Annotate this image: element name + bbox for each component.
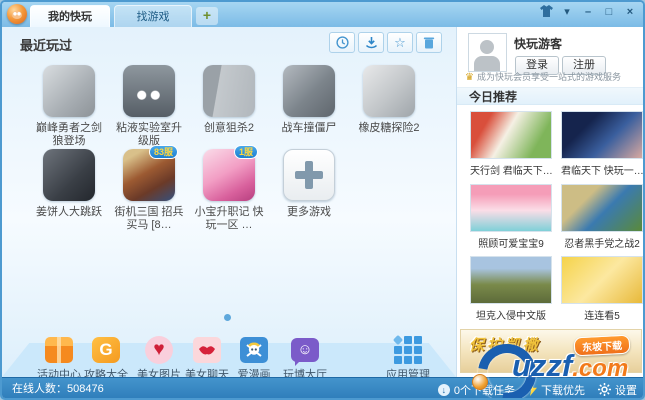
recommend-thumbnail xyxy=(470,256,552,304)
tab-label: 我的快玩 xyxy=(48,11,92,23)
statusbar-right: ↓ 0个下载任务 下载优先 设置 xyxy=(438,378,637,400)
guide-g-icon: G xyxy=(92,337,120,363)
game-tile[interactable]: 1服 小宝升职记 快玩一区 … xyxy=(189,149,269,232)
titlebar: 我的快玩 找游戏 + ▾ – □ × xyxy=(2,2,643,27)
game-icon xyxy=(283,65,335,117)
promo-banner-text: 保护凯撒 xyxy=(469,334,641,355)
game-tile[interactable]: 创意狙杀2 xyxy=(189,65,269,135)
today-recommend-header: 今日推荐 xyxy=(457,87,645,105)
pirate-skull-icon xyxy=(240,337,268,363)
dock-collapse-handle[interactable] xyxy=(224,314,231,321)
recommend-thumbnail xyxy=(470,184,552,232)
download-tasks-button[interactable]: ↓ 0个下载任务 xyxy=(438,382,515,398)
membership-promo: ♛成为快玩会员享受一站式的游戏服务 xyxy=(465,70,643,83)
recommend-item[interactable]: 君临天下 快玩一… xyxy=(561,111,643,177)
game-title: 姜饼人大跳跃 xyxy=(34,206,104,219)
game-icon xyxy=(123,65,175,117)
game-tile[interactable]: 姜饼人大跳跃 xyxy=(29,149,109,219)
recent-toolbar: ☆ xyxy=(329,32,442,53)
game-title: 小宝升职记 快玩一区 … xyxy=(194,206,264,232)
online-count: 在线人数：508476 xyxy=(12,378,104,400)
game-title: 橡皮糖探险2 xyxy=(354,122,424,135)
promo-banner[interactable]: 保护凯撒 xyxy=(460,329,642,373)
recommend-title: 连连看5 xyxy=(561,307,643,322)
recommend-item[interactable]: 忍者黑手党之战2 xyxy=(561,184,643,250)
game-icon xyxy=(43,65,95,117)
close-button[interactable]: × xyxy=(621,5,639,21)
game-title: 更多游戏 xyxy=(274,206,344,219)
skin-icon[interactable] xyxy=(537,5,555,21)
recommend-thumbnail xyxy=(470,111,552,159)
server-badge: 1服 xyxy=(234,145,258,159)
recent-played-heading: 最近玩过 xyxy=(20,35,72,54)
game-title: 街机三国 招兵买马 [8… xyxy=(114,206,184,232)
game-title: 战车撞僵尸 xyxy=(274,122,344,135)
game-icon: 83服 xyxy=(123,149,175,201)
minimize-button[interactable]: – xyxy=(579,5,597,21)
recommend-item[interactable]: 天行剑 君临天下… xyxy=(470,111,552,177)
download-button[interactable] xyxy=(358,32,384,53)
lips-icon xyxy=(193,337,221,363)
tab-label: 找游戏 xyxy=(137,11,170,23)
game-tile[interactable]: 巅峰勇者之剑狼登场 xyxy=(29,65,109,148)
game-title: 粘液实验室升级版 xyxy=(114,122,184,148)
favorites-star-button[interactable]: ☆ xyxy=(387,32,413,53)
game-tile[interactable]: 战车撞僵尸 xyxy=(269,65,349,135)
plus-icon xyxy=(283,149,335,201)
main-panel: 最近玩过 ☆ 巅峰勇者之剑狼登场 粘液实验室升级版 创意狙杀2 xyxy=(2,27,456,377)
tab-my-kuaiwan[interactable]: 我的快玩 xyxy=(30,5,110,27)
maximize-button[interactable]: □ xyxy=(600,5,618,21)
game-title: 巅峰勇者之剑狼登场 xyxy=(34,122,104,148)
app-window: 我的快玩 找游戏 + ▾ – □ × 最近玩过 ☆ xyxy=(0,0,645,400)
dock-item-wanbo-hall[interactable]: ☺ 玩博大厅 xyxy=(274,335,336,382)
gear-icon xyxy=(598,383,611,396)
recommend-title: 坦克入侵中文版 xyxy=(470,307,552,322)
game-tile[interactable]: 橡皮糖探险2 xyxy=(349,65,429,135)
game-tile[interactable]: 粘液实验室升级版 xyxy=(109,65,189,148)
download-arrow-icon: ↓ xyxy=(438,384,450,396)
recommend-thumbnail xyxy=(561,256,643,304)
main-menu-button[interactable]: ▾ xyxy=(558,5,576,21)
history-clock-button[interactable] xyxy=(329,32,355,53)
new-tab-button[interactable]: + xyxy=(196,7,218,25)
username: 快玩游客 xyxy=(514,35,562,52)
recommend-title: 照顾可爱宝宝9 xyxy=(470,235,552,250)
recommend-title: 天行剑 君临天下… xyxy=(470,162,552,177)
sidebar: 快玩游客 登录 注册 ♛成为快玩会员享受一站式的游戏服务 今日推荐 天行剑 君临… xyxy=(456,27,645,377)
lightning-icon xyxy=(528,383,537,396)
recommend-title: 君临天下 快玩一… xyxy=(561,162,643,177)
settings-button[interactable]: 设置 xyxy=(598,382,637,398)
dock-item-app-management[interactable]: 应用管理 xyxy=(377,335,439,382)
window-controls: ▾ – □ × xyxy=(537,5,639,21)
more-games-tile[interactable]: 更多游戏 xyxy=(269,149,349,219)
recommend-title: 忍者黑手党之战2 xyxy=(561,235,643,250)
app-grid-icon xyxy=(394,336,422,364)
gift-icon xyxy=(45,337,73,363)
recommend-item[interactable]: 坦克入侵中文版 xyxy=(470,256,552,322)
download-priority-button[interactable]: 下载优先 xyxy=(528,382,585,398)
statusbar: 在线人数：508476 ↓ 0个下载任务 下载优先 设置 xyxy=(2,377,643,400)
game-tile[interactable]: 83服 街机三国 招兵买马 [8… xyxy=(109,149,189,232)
game-icon xyxy=(363,65,415,117)
crown-icon: ♛ xyxy=(465,72,474,83)
game-icon: 1服 xyxy=(203,149,255,201)
game-icon xyxy=(203,65,255,117)
trash-button[interactable] xyxy=(416,32,442,53)
game-icon xyxy=(43,149,95,201)
heart-icon: ♥ xyxy=(145,336,173,364)
promo-text: 成为快玩会员享受一站式的游戏服务 xyxy=(477,72,621,82)
recommend-thumbnail xyxy=(561,184,643,232)
recommend-item[interactable]: 连连看5 xyxy=(561,256,643,322)
avatar[interactable] xyxy=(468,33,507,72)
server-badge: 83服 xyxy=(149,145,178,159)
recommend-item[interactable]: 照顾可爱宝宝9 xyxy=(470,184,552,250)
game-title: 创意狙杀2 xyxy=(194,122,264,135)
app-logo-icon xyxy=(7,4,27,24)
tab-find-games[interactable]: 找游戏 xyxy=(114,5,192,27)
chat-smiley-icon: ☺ xyxy=(291,338,319,362)
recommend-thumbnail xyxy=(561,111,643,159)
